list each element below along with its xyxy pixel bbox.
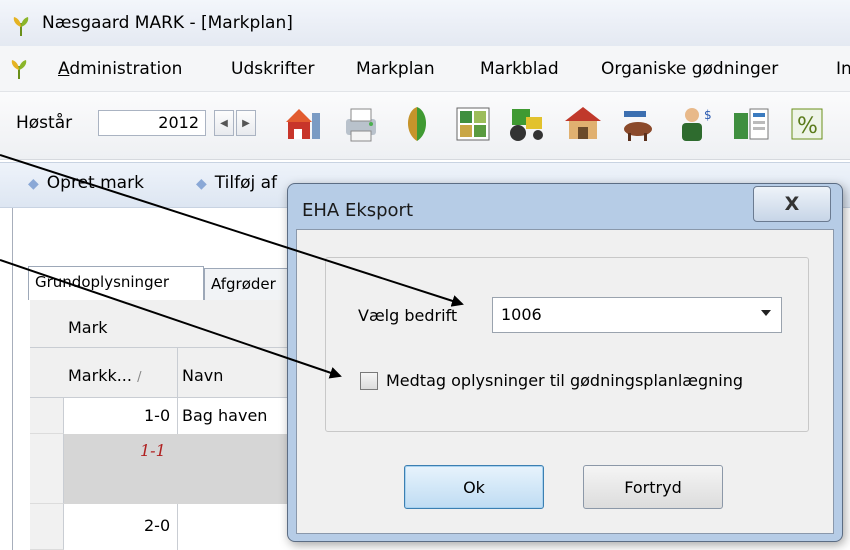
add-crop-action[interactable]: ◆ Tilføj af	[196, 173, 277, 193]
title-bar: Næsgaard MARK - [Markplan]	[0, 0, 850, 46]
tab-afgroeder[interactable]: Afgrøder	[204, 268, 288, 300]
farm-icon[interactable]	[284, 103, 326, 145]
toolbar: Høstår 2012 ◀ ▶ $ %	[0, 92, 850, 160]
barn-icon[interactable]	[562, 103, 604, 145]
menu-administration[interactable]: Administration	[58, 59, 182, 79]
tractor-icon[interactable]	[506, 103, 548, 145]
crop-icon[interactable]	[396, 103, 438, 145]
dialog-body: Vælg bedrift 1006 Medtag oplysninger til…	[296, 229, 834, 534]
season-label: Høstår	[16, 113, 73, 133]
app-menu-icon[interactable]	[8, 58, 30, 80]
bullet-icon: ◆	[28, 176, 39, 192]
menu-more[interactable]: In	[836, 59, 850, 79]
company-label: Vælg bedrift	[358, 306, 458, 325]
field-number: 1-0	[144, 406, 171, 425]
close-icon: X	[784, 193, 800, 215]
sort-icon: /	[137, 370, 142, 385]
fertilizer-planning-checkbox[interactable]	[360, 372, 378, 390]
ok-button[interactable]: Ok	[404, 465, 544, 509]
row-selector[interactable]	[30, 434, 64, 504]
season-field[interactable]: 2012	[98, 110, 206, 136]
window-title: Næsgaard MARK - [Markplan]	[42, 13, 293, 33]
menu-udskrifter[interactable]: Udskrifter	[231, 59, 314, 79]
bullet-icon: ◆	[196, 176, 207, 192]
app-logo-icon	[13, 17, 29, 36]
company-select[interactable]: 1006	[492, 297, 782, 333]
tab-grundoplysninger[interactable]: Grundoplysninger	[28, 266, 204, 300]
menu-markplan[interactable]: Markplan	[356, 59, 435, 79]
fertilizer-planning-label[interactable]: Medtag oplysninger til gødningsplanlægni…	[386, 371, 743, 390]
column-header-name[interactable]: Navn	[182, 366, 223, 385]
table-row-selected[interactable]	[64, 434, 300, 504]
season-previous-button[interactable]: ◀	[214, 110, 234, 136]
percent-icon[interactable]: %	[786, 103, 828, 145]
row-selector[interactable]	[30, 504, 64, 550]
group-header-label: Mark	[68, 318, 108, 337]
field-name: Bag haven	[182, 406, 268, 425]
printer-icon[interactable]	[340, 103, 382, 145]
season-next-button[interactable]: ▶	[236, 110, 256, 136]
animals-icon[interactable]	[618, 103, 660, 145]
eha-export-dialog: EHA Eksport X Vælg bedrift 1006 Medtag o…	[287, 183, 843, 542]
company-value: 1006	[501, 305, 542, 324]
close-button[interactable]: X	[753, 186, 831, 222]
options-group: Vælg bedrift 1006 Medtag oplysninger til…	[325, 257, 809, 432]
field-number: 1-1	[140, 441, 166, 460]
cancel-button[interactable]: Fortryd	[583, 465, 723, 509]
field-map-icon[interactable]	[452, 103, 494, 145]
advisor-icon[interactable]: $	[674, 103, 716, 145]
grid-column-header: Markk... / Navn	[30, 348, 300, 398]
row-selector[interactable]	[30, 398, 64, 434]
grid-group-header: Mark	[30, 300, 300, 348]
menu-markblad[interactable]: Markblad	[480, 59, 559, 79]
field-number: 2-0	[144, 516, 171, 535]
column-header-number[interactable]: Markk... /	[68, 366, 141, 385]
calculator-icon[interactable]	[730, 103, 772, 145]
menu-bar: Administration Udskrifter Markplan Markb…	[0, 46, 850, 92]
svg-text:%: %	[797, 114, 818, 139]
svg-text:$: $	[704, 108, 712, 122]
create-field-action[interactable]: ◆ Opret mark	[28, 173, 144, 193]
menu-organiske-goedninger[interactable]: Organiske gødninger	[601, 59, 778, 79]
dialog-title: EHA Eksport	[302, 200, 414, 221]
chevron-down-icon[interactable]	[761, 310, 771, 316]
